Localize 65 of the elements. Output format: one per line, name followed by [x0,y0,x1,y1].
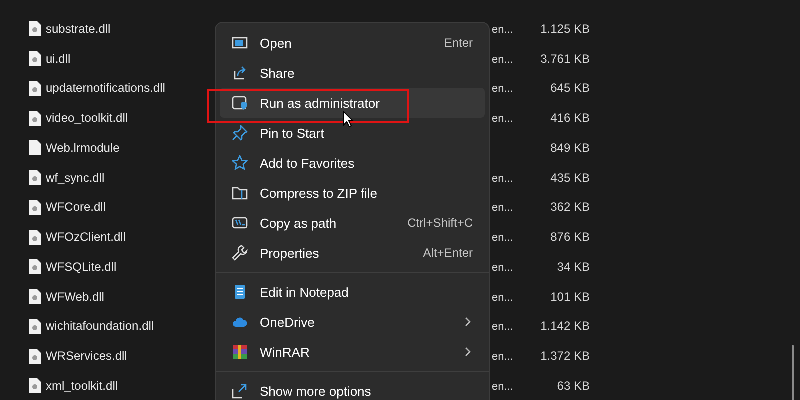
shortcut-text: Alt+Enter [423,246,473,260]
file-size: 3.761 KB [540,52,590,66]
file-name[interactable]: updaternotifications.dll [46,81,166,96]
star-icon [232,155,248,171]
menu-item[interactable]: Edit in Notepad [220,277,485,307]
file-type: en... [492,232,514,244]
file-type: en... [492,172,514,185]
file-name[interactable]: Web.lrmodule [46,140,120,155]
menu-item[interactable]: Compress to ZIP file [220,178,485,208]
path-icon [232,215,248,231]
menu-item[interactable]: Run as administrator [220,88,485,118]
shortcut-text: Enter [444,36,473,50]
file-name[interactable]: WRServices.dll [46,349,128,364]
mouse-cursor-icon [343,111,354,128]
file-type: en... [492,202,514,214]
menu-item[interactable]: Open Enter [220,28,485,58]
file-type: en... [492,24,514,36]
file-size: 1.142 KB [540,319,590,334]
file-size: 1.372 KB [540,349,590,364]
file-name[interactable]: wichitafoundation.dll [46,319,154,334]
file-name[interactable]: ui.dll [46,52,71,66]
file-size: 63 KB [556,378,590,393]
file-size: 34 KB [556,260,590,274]
file-type: en... [492,380,514,393]
folder-zip-icon [232,185,248,201]
share-icon [232,65,248,81]
shortcut-text: Ctrl+Shift+C [408,216,473,230]
shield-window-icon [232,95,248,111]
file-name[interactable]: substrate.dll [46,22,111,36]
menu-item[interactable]: Properties Alt+Enter [220,238,485,268]
file-size: 435 KB [550,170,590,185]
file-type: en... [492,262,514,274]
open-window-icon [232,35,248,51]
wrench-icon [232,245,248,261]
archive-stack-icon [232,344,248,360]
menu-item[interactable]: Add to Favorites [220,148,485,178]
file-name[interactable]: video_toolkit.dll [46,111,128,126]
file-name[interactable]: WFCore.dll [46,200,106,214]
file-type: en... [492,292,514,304]
menu-item[interactable]: Share [220,58,485,88]
file-type: en... [492,321,514,334]
file-size: 416 KB [550,111,590,126]
expand-icon [232,383,248,399]
menu-item[interactable]: Copy as path Ctrl+Shift+C [220,208,485,238]
file-size: 362 KB [550,200,590,214]
scrollbar[interactable] [792,345,794,400]
file-size: 849 KB [550,140,590,155]
file-size: 876 KB [550,230,590,244]
file-size: 645 KB [550,81,590,96]
file-name[interactable]: wf_sync.dll [46,170,105,185]
file-name[interactable]: WFOzClient.dll [46,230,126,244]
file-size: 101 KB [550,290,590,304]
menu-item[interactable]: WinRAR [220,337,485,367]
menu-item[interactable]: Show more options [220,376,485,400]
file-type: en... [492,83,514,96]
file-type: en... [492,113,514,126]
pin-icon [232,125,248,141]
menu-item[interactable]: OneDrive [220,307,485,337]
file-name[interactable]: WFSQLite.dll [46,260,117,274]
file-type: en... [492,351,514,364]
file-name[interactable]: WFWeb.dll [46,290,104,304]
file-name[interactable]: xml_toolkit.dll [46,378,118,393]
file-type: en... [492,54,514,66]
notepad-icon [232,284,248,300]
file-size: 1.125 KB [540,22,590,36]
